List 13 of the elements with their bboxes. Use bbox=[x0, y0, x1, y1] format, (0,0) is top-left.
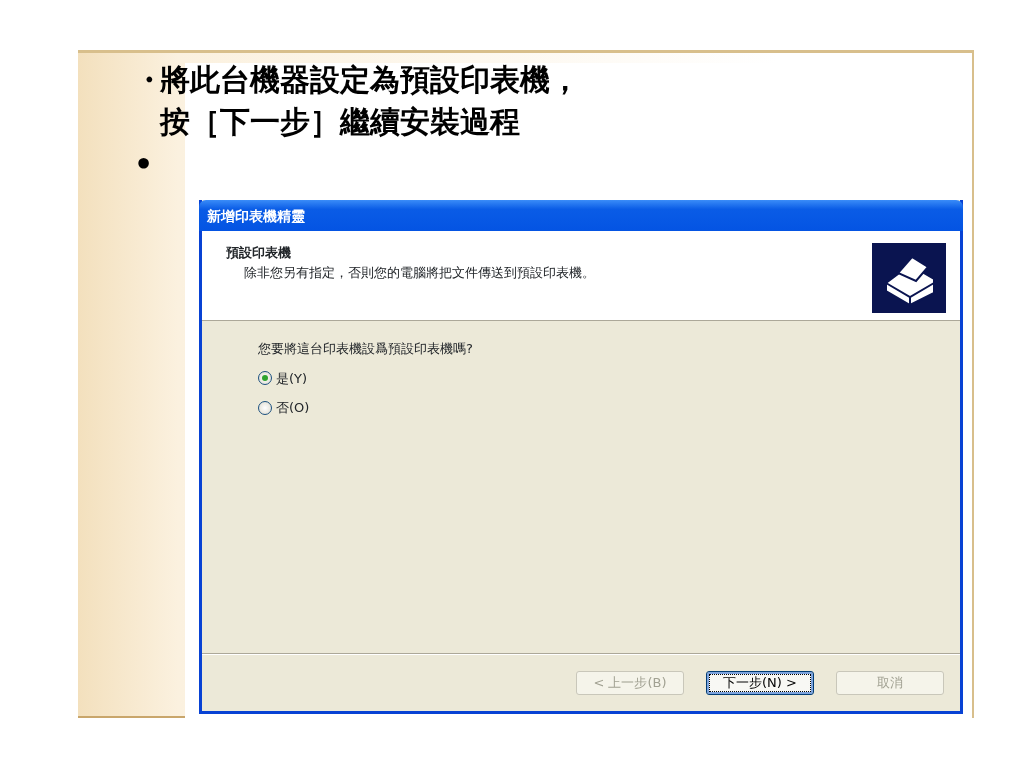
header-subtitle: 除非您另有指定，否則您的電腦將把文件傳送到預設印表機。 bbox=[243, 263, 595, 282]
window-title: 新增印表機精靈 bbox=[199, 200, 963, 231]
header-title: 預設印表機 bbox=[226, 244, 292, 262]
bullet-mark: ・ bbox=[134, 61, 160, 99]
wizard-button[interactable]: 下一步(N) > bbox=[706, 670, 814, 695]
bullet-mark: • bbox=[134, 145, 155, 183]
printer-icon bbox=[872, 243, 946, 313]
radio-label[interactable]: 是(Y) bbox=[276, 368, 308, 388]
radio-button[interactable] bbox=[258, 371, 272, 386]
bullet-text: 將此台機器設定為預設印表機， 按［下一步］繼續安裝過程 bbox=[160, 61, 580, 141]
radio-button[interactable] bbox=[258, 400, 272, 415]
question-text: 您要將這台印表機設爲預設印表機嗎? bbox=[258, 340, 474, 358]
radio-label[interactable]: 否(O) bbox=[276, 398, 310, 418]
